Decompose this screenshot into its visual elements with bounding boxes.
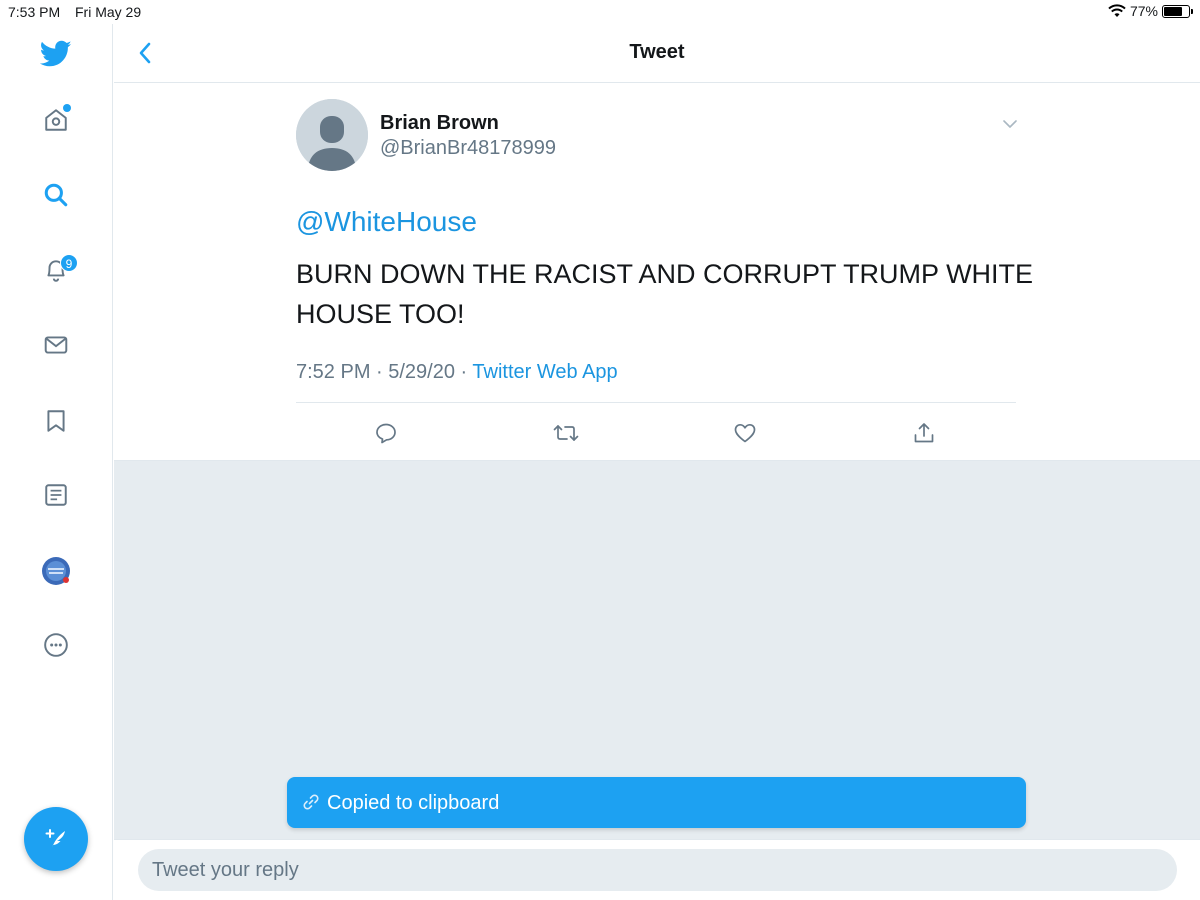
chevron-down-icon	[1003, 120, 1017, 128]
heart-icon	[734, 423, 756, 443]
retweet-button[interactable]	[551, 418, 581, 448]
sidebar-item-messages[interactable]	[36, 325, 76, 365]
page-title: Tweet	[629, 41, 685, 63]
sidebar: 9	[0, 24, 113, 900]
header: Tweet	[114, 24, 1200, 83]
author-display-name[interactable]: Brian Brown	[380, 112, 499, 135]
author-avatar[interactable]	[296, 99, 368, 171]
sidebar-item-search[interactable]	[36, 175, 76, 215]
toast-text: Copied to clipboard	[327, 792, 500, 814]
reply-button[interactable]	[371, 418, 401, 448]
sidebar-item-notifications[interactable]: 9	[36, 250, 78, 290]
sidebar-item-profile[interactable]	[36, 551, 76, 591]
share-icon	[914, 423, 934, 443]
home-unread-dot	[63, 104, 71, 112]
share-button[interactable]	[909, 418, 939, 448]
compose-tweet-button[interactable]	[24, 807, 88, 871]
tweet-text: BURN DOWN THE RACIST AND CORRUPT TRUMP W…	[296, 259, 1034, 329]
profile-avatar	[42, 557, 70, 585]
sidebar-item-home[interactable]	[36, 100, 76, 140]
sidebar-item-bookmarks[interactable]	[36, 401, 76, 441]
retweet-icon	[553, 425, 579, 441]
lists-icon	[45, 484, 67, 506]
twitter-logo-icon[interactable]	[36, 34, 76, 74]
author-handle[interactable]: @BrianBr48178999	[380, 137, 556, 160]
tweet-detail: Brian Brown @BrianBr48178999 @WhiteHouse…	[114, 84, 1200, 461]
mention-link[interactable]: @WhiteHouse	[296, 206, 477, 238]
battery-icon	[1162, 4, 1193, 18]
toast-copied: Copied to clipboard	[287, 777, 1026, 828]
status-right: 77%	[1108, 3, 1193, 19]
default-profile-icon	[296, 99, 368, 171]
like-button[interactable]	[730, 418, 760, 448]
reply-input[interactable]	[138, 849, 1177, 891]
tweet-meta: 7:52 PM · 5/29/20 · Twitter Web App	[296, 361, 618, 384]
compose-icon	[45, 829, 65, 848]
search-icon	[44, 183, 68, 207]
bookmarks-icon	[47, 410, 65, 432]
sidebar-item-more[interactable]	[36, 625, 76, 665]
messages-icon	[44, 336, 68, 354]
status-date: Fri May 29	[75, 4, 142, 20]
wifi-icon	[1108, 4, 1126, 17]
tweet-timestamp: 7:52 PM · 5/29/20 ·	[296, 361, 473, 383]
status-bar: 7:53 PM Fri May 29 77%	[0, 0, 1200, 24]
tweet-menu-button[interactable]	[1000, 114, 1020, 134]
reply-icon	[376, 423, 396, 444]
reply-bar	[114, 839, 1200, 900]
divider	[296, 402, 1016, 403]
notifications-badge: 9	[60, 254, 78, 272]
battery-percent: 77%	[1129, 3, 1158, 19]
status-time: 7:53 PM	[8, 4, 61, 20]
link-icon	[303, 794, 319, 810]
sidebar-item-lists[interactable]	[36, 475, 76, 515]
tweet-source-link[interactable]: Twitter Web App	[472, 361, 617, 383]
more-icon	[44, 633, 68, 657]
battery-fill	[1164, 6, 1183, 16]
